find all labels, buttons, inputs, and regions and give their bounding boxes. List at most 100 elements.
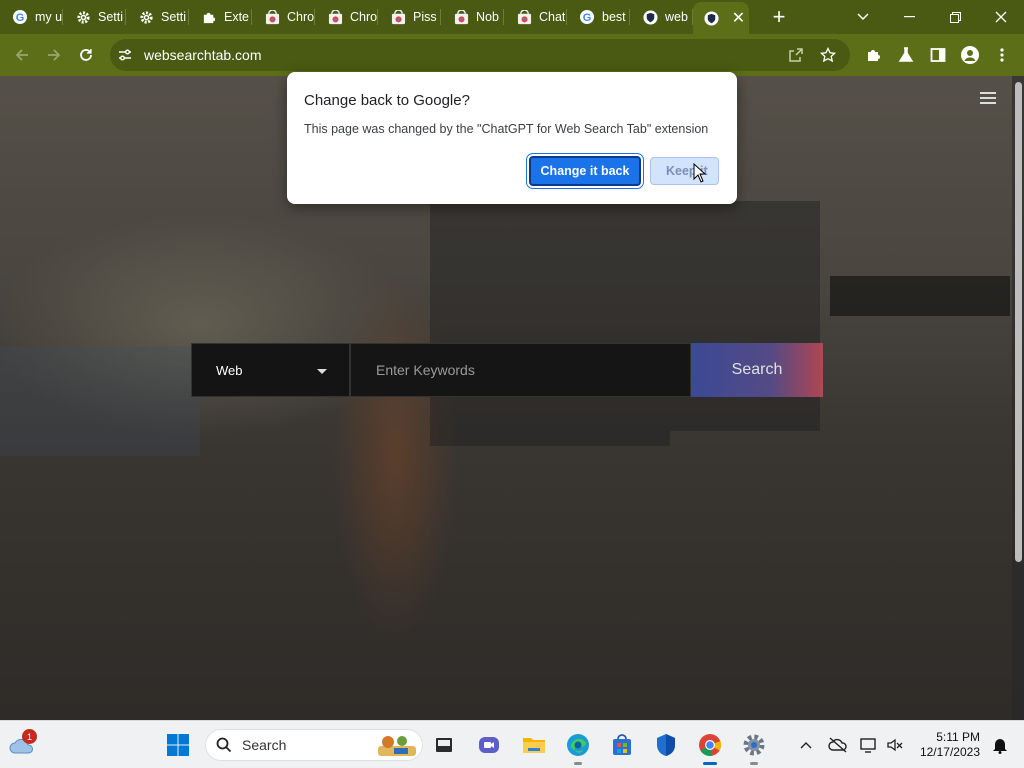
forward-button[interactable] (38, 39, 70, 71)
start-button[interactable] (162, 729, 194, 761)
tab-chrome-store[interactable]: Nob (441, 0, 504, 34)
defender-button[interactable] (650, 729, 682, 761)
chrome-store-icon (453, 9, 469, 25)
side-panel-icon (930, 48, 946, 62)
chrome-store-icon (264, 9, 280, 25)
gear-icon (743, 734, 765, 756)
chat-camera-icon (479, 737, 499, 753)
chrome-store-icon (327, 9, 343, 25)
teams-chat-button[interactable] (473, 729, 505, 761)
minimize-button[interactable] (886, 0, 932, 34)
tab-label: Chro (287, 10, 315, 24)
search-button[interactable]: Search (691, 343, 823, 397)
google-icon: G (579, 9, 595, 25)
puzzle-icon (868, 50, 880, 61)
tab-label: best (602, 10, 626, 24)
caret-down-icon (317, 369, 327, 374)
gear-icon (75, 9, 91, 25)
tab-websearch[interactable]: web (630, 0, 693, 34)
dialog-title: Change back to Google? (304, 92, 470, 109)
site-settings-icon[interactable] (118, 48, 132, 62)
background-building (830, 276, 1010, 316)
tab-active[interactable]: ✕ (693, 2, 749, 34)
chrome-button[interactable] (694, 729, 726, 765)
clock-date: 12/17/2023 (919, 745, 980, 759)
tab-chrome-store[interactable]: Chat (504, 0, 567, 34)
restore-icon (949, 11, 961, 23)
volume-tray-button[interactable] (879, 729, 911, 761)
tab-settings[interactable]: Setti (126, 0, 189, 34)
background-building (0, 346, 200, 456)
extension-change-dialog: Change back to Google? This page was cha… (287, 72, 737, 204)
tab-extensions[interactable]: Exte (189, 0, 252, 34)
new-tab-button[interactable]: + (759, 0, 799, 34)
speaker-muted-icon (887, 738, 903, 752)
reload-button[interactable] (70, 39, 102, 71)
edge-button[interactable] (562, 729, 594, 765)
tab-google[interactable]: G best (567, 0, 630, 34)
tab-label: Setti (161, 10, 187, 24)
search-type-value: Web (216, 362, 243, 378)
notifications-button[interactable] (984, 729, 1016, 761)
dialog-message: This page was changed by the "ChatGPT fo… (304, 122, 709, 136)
tab-label: Chat (539, 10, 566, 24)
show-hidden-icons-button[interactable] (790, 729, 822, 761)
mouse-cursor-icon (693, 163, 707, 183)
settings-button[interactable] (738, 729, 770, 765)
system-clock[interactable]: 5:11 PM 12/17/2023 (920, 730, 980, 760)
page-menu-button[interactable] (980, 92, 996, 107)
edge-icon (567, 734, 589, 756)
search-type-select[interactable]: Web (191, 343, 350, 397)
change-it-back-button[interactable]: Change it back (529, 156, 641, 186)
chrome-store-icon (390, 9, 406, 25)
side-panel-button[interactable] (922, 39, 954, 71)
keyword-input[interactable] (350, 343, 691, 397)
bookmark-button[interactable] (812, 39, 844, 71)
menu-button[interactable] (986, 39, 1018, 71)
close-tab-icon[interactable]: ✕ (728, 8, 749, 28)
task-view-button[interactable] (428, 729, 460, 761)
onedrive-tray-button[interactable] (822, 729, 854, 761)
scrollbar-thumb[interactable] (1015, 82, 1022, 562)
reload-icon (80, 49, 92, 61)
windows-logo-icon (167, 734, 189, 756)
tab-label: my u (35, 10, 63, 24)
tab-settings[interactable]: Setti (63, 0, 126, 34)
tab-google[interactable]: G my u (0, 0, 63, 34)
chrome-store-icon (516, 9, 532, 25)
taskbar-search-box[interactable]: Search (205, 729, 423, 761)
browser-toolbar: websearchtab.com (0, 34, 1024, 76)
search-form: Web Search (191, 343, 823, 397)
tab-chrome-store[interactable]: Chro (315, 0, 378, 34)
tab-label: Nob (476, 10, 499, 24)
background-building (430, 186, 670, 446)
extensions-button[interactable] (858, 39, 890, 71)
star-icon (820, 47, 836, 63)
back-arrow-icon (15, 49, 28, 61)
tab-label: web (665, 10, 688, 24)
keep-it-button[interactable]: Keep it (650, 157, 719, 185)
tab-search-button[interactable] (840, 0, 886, 34)
page-scrollbar[interactable] (1012, 76, 1024, 720)
taskbar-search-label: Search (242, 737, 287, 753)
restore-button[interactable] (932, 0, 978, 34)
close-window-button[interactable] (978, 0, 1024, 34)
notification-badge: 1 (22, 729, 37, 744)
file-explorer-button[interactable] (518, 729, 550, 761)
address-bar[interactable]: websearchtab.com (110, 39, 850, 71)
back-button[interactable] (6, 39, 38, 71)
task-view-icon (436, 738, 452, 752)
labs-button[interactable] (890, 39, 922, 71)
flask-icon (898, 47, 914, 62)
minimize-icon (903, 16, 915, 18)
tab-label: Exte (224, 10, 250, 24)
tab-chrome-store[interactable]: Chro (252, 0, 315, 34)
tab-chrome-store[interactable]: Piss (378, 0, 441, 34)
share-button[interactable] (780, 39, 812, 71)
chrome-icon (699, 734, 722, 756)
profile-button[interactable] (954, 39, 986, 71)
store-button[interactable] (606, 729, 638, 761)
search-highlight-icon (378, 736, 416, 756)
display-icon (860, 738, 876, 753)
tab-label: Piss (413, 10, 437, 24)
